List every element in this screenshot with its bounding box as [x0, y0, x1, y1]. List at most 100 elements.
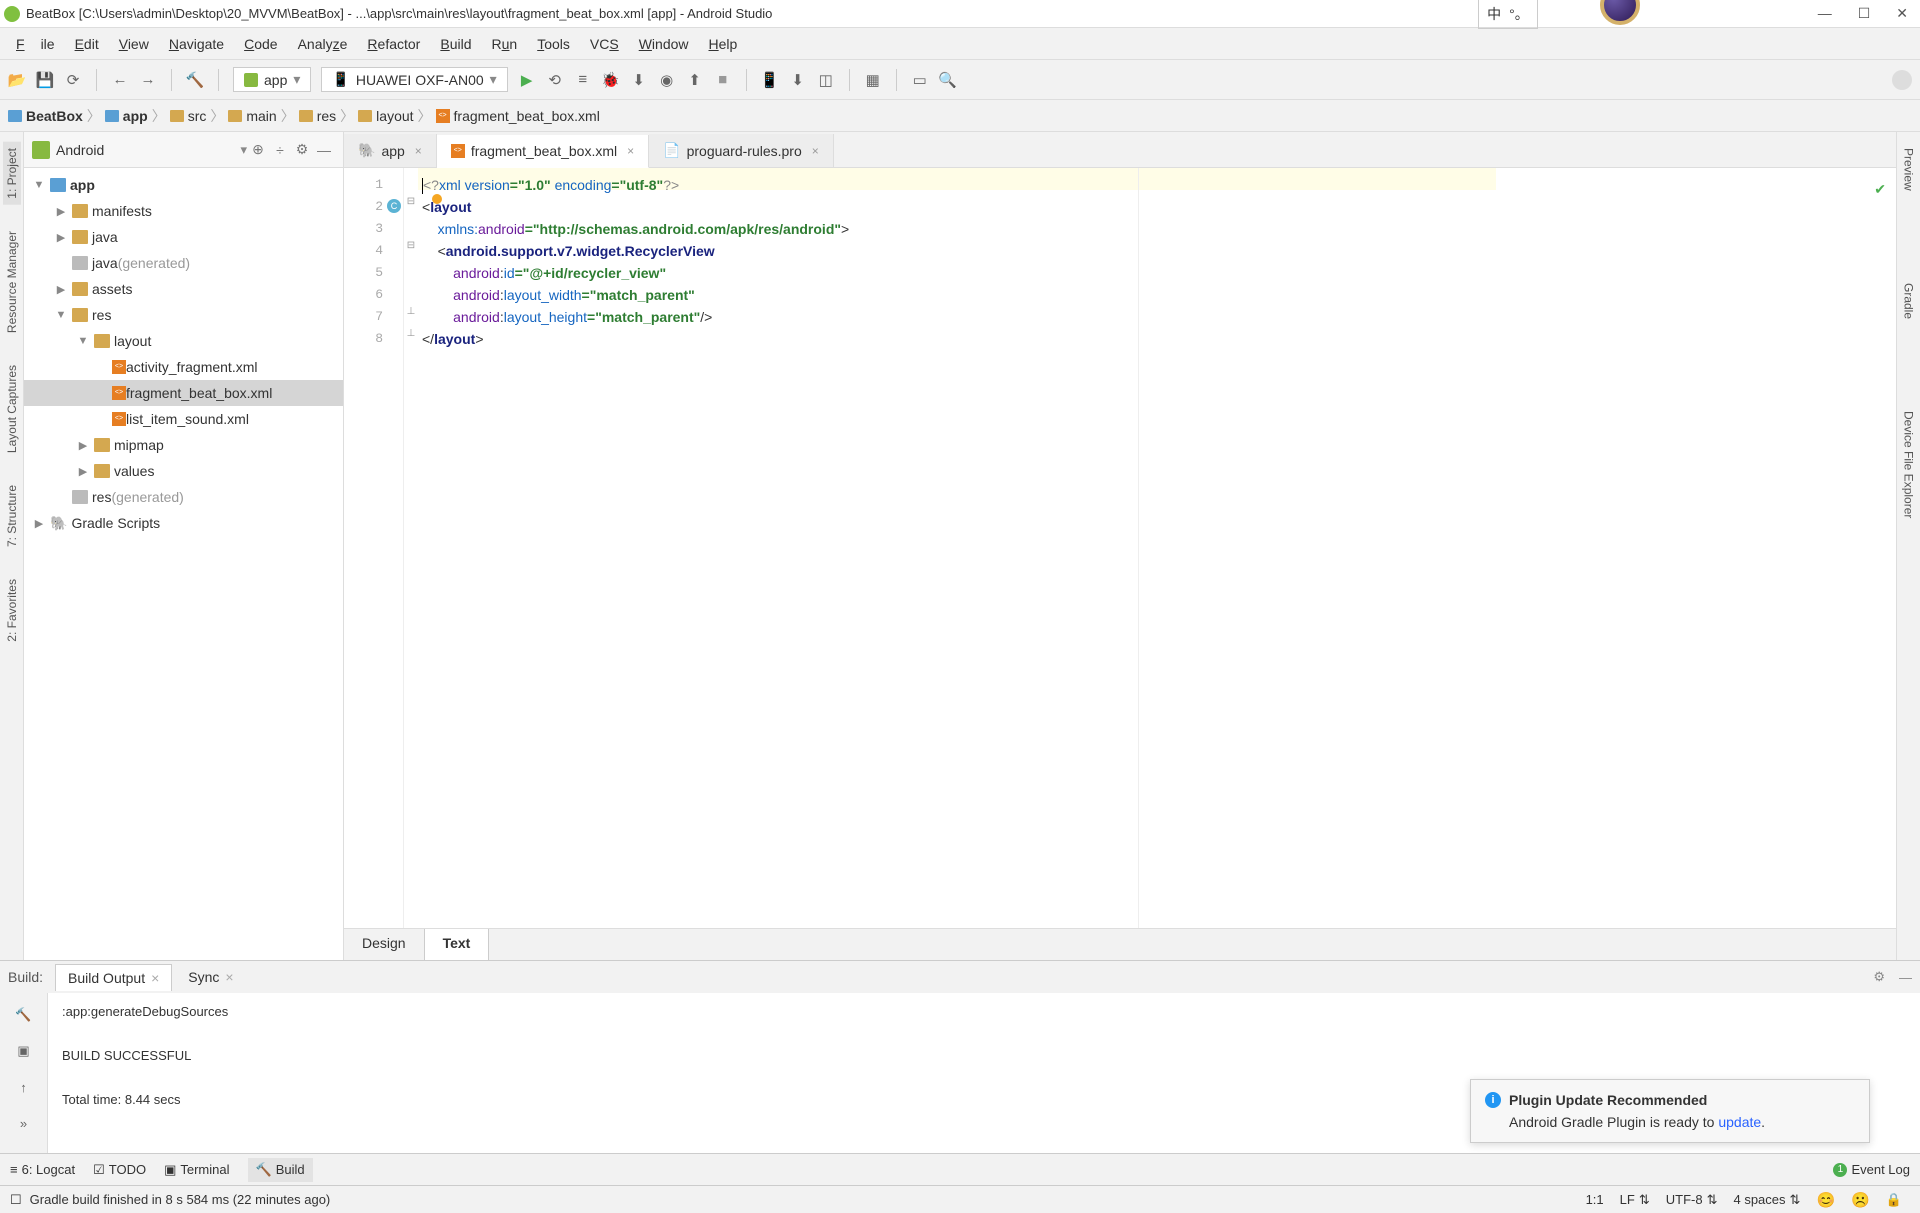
- tree-fragment-beat-box[interactable]: <>fragment_beat_box.xml: [24, 380, 343, 406]
- code-editor[interactable]: ✔ <?xml version="1.0" encoding="utf-8"?>…: [418, 168, 1896, 928]
- structure-icon[interactable]: ▦: [864, 71, 882, 89]
- crumb-res[interactable]: res: [299, 108, 336, 124]
- tool-favorites[interactable]: 2: Favorites: [3, 573, 21, 648]
- device-combo[interactable]: 📱 HUAWEI OXF-AN00 ▾: [321, 67, 507, 92]
- close-button[interactable]: ✕: [1896, 5, 1908, 22]
- tool-device-explorer[interactable]: Device File Explorer: [1900, 405, 1918, 524]
- ime-indicator[interactable]: 中 °。: [1478, 0, 1538, 29]
- status-icon[interactable]: ☐: [10, 1192, 22, 1208]
- crumb-src[interactable]: src: [170, 108, 207, 124]
- tool-resource-manager[interactable]: Resource Manager: [3, 225, 21, 339]
- tree-app[interactable]: ▼app: [24, 172, 343, 198]
- line-ending[interactable]: LF ⇅: [1612, 1192, 1658, 1208]
- crumb-main[interactable]: main: [228, 108, 276, 124]
- stop-icon[interactable]: ■: [714, 71, 732, 89]
- menu-file[interactable]: File: [8, 32, 63, 56]
- tree-assets[interactable]: ▶assets: [24, 276, 343, 302]
- tree-layout[interactable]: ▼layout: [24, 328, 343, 354]
- lock-icon[interactable]: 🔒: [1878, 1192, 1910, 1208]
- tool-structure[interactable]: 7: Structure: [3, 479, 21, 553]
- search-icon[interactable]: 🔍: [939, 71, 957, 89]
- run-icon[interactable]: ▶: [518, 71, 536, 89]
- tab-proguard[interactable]: 📄proguard-rules.pro×: [649, 134, 834, 167]
- forward-icon[interactable]: →: [139, 71, 157, 89]
- sync-icon[interactable]: ⟳: [64, 71, 82, 89]
- tool-event-log[interactable]: 1 Event Log: [1833, 1162, 1910, 1177]
- menu-help[interactable]: Help: [701, 32, 746, 56]
- maximize-button[interactable]: ☐: [1858, 5, 1871, 22]
- menu-edit[interactable]: Edit: [67, 32, 107, 56]
- hammer-icon[interactable]: 🔨: [10, 1001, 38, 1029]
- sdk-icon[interactable]: ⬇: [789, 71, 807, 89]
- menu-run[interactable]: Run: [484, 32, 526, 56]
- plugin-update-notification[interactable]: iPlugin Update Recommended Android Gradl…: [1470, 1079, 1870, 1143]
- tree-mipmap[interactable]: ▶mipmap: [24, 432, 343, 458]
- build-output[interactable]: :app:generateDebugSources BUILD SUCCESSF…: [48, 993, 1920, 1153]
- tab-fragment[interactable]: <>fragment_beat_box.xml×: [437, 135, 649, 168]
- profile-icon[interactable]: ⬇: [630, 71, 648, 89]
- menu-vcs[interactable]: VCS: [582, 32, 627, 56]
- tool-logcat[interactable]: ≡ 6: Logcat: [10, 1162, 75, 1177]
- menu-tools[interactable]: Tools: [529, 32, 578, 56]
- update-link[interactable]: update: [1718, 1114, 1761, 1130]
- class-marker-icon[interactable]: C: [387, 199, 401, 213]
- tool-todo[interactable]: ☑ TODO: [93, 1162, 146, 1178]
- tab-text[interactable]: Text: [425, 929, 490, 960]
- tab-design[interactable]: Design: [344, 929, 425, 960]
- expand-icon[interactable]: ▣: [10, 1037, 38, 1065]
- warning-dot-icon[interactable]: [432, 194, 442, 204]
- sad-icon[interactable]: ☹️: [1843, 1191, 1878, 1209]
- cube-icon[interactable]: ◫: [817, 71, 835, 89]
- menu-window[interactable]: Window: [631, 32, 697, 56]
- tree-list-item-sound[interactable]: <>list_item_sound.xml: [24, 406, 343, 432]
- tool-build[interactable]: 🔨 Build: [248, 1158, 313, 1182]
- tree-gradle-scripts[interactable]: ▶🐘Gradle Scripts: [24, 510, 343, 536]
- minimize-button[interactable]: —: [1818, 5, 1832, 22]
- run-config-combo[interactable]: app ▾: [233, 67, 311, 92]
- close-icon[interactable]: ×: [415, 144, 422, 158]
- bug-icon[interactable]: 🐞: [602, 71, 620, 89]
- menu-view[interactable]: View: [111, 32, 157, 56]
- tree-java-gen[interactable]: java (generated): [24, 250, 343, 276]
- collapse-icon[interactable]: ÷: [269, 142, 291, 158]
- debug-icon[interactable]: ≡: [574, 71, 592, 89]
- crumb-layout[interactable]: layout: [358, 108, 413, 124]
- tree-res-gen[interactable]: res (generated): [24, 484, 343, 510]
- menu-navigate[interactable]: Navigate: [161, 32, 232, 56]
- more-icon[interactable]: »: [10, 1109, 38, 1137]
- menu-refactor[interactable]: Refactor: [359, 32, 428, 56]
- target-icon[interactable]: ⊕: [247, 141, 269, 158]
- menu-code[interactable]: Code: [236, 32, 285, 56]
- tool-terminal[interactable]: ▣ Terminal: [164, 1162, 229, 1178]
- hide-icon[interactable]: —: [1899, 970, 1912, 985]
- tab-build-output[interactable]: Build Output×: [55, 964, 172, 991]
- hide-icon[interactable]: —: [313, 142, 335, 158]
- caret-position[interactable]: 1:1: [1578, 1192, 1612, 1207]
- gear-icon[interactable]: ⚙: [291, 141, 313, 158]
- build-icon[interactable]: 🔨: [186, 71, 204, 89]
- attach-icon[interactable]: ⬆: [686, 71, 704, 89]
- fold-gutter[interactable]: ⊟⊟ ⊥⊥: [404, 168, 418, 928]
- tree-manifests[interactable]: ▶manifests: [24, 198, 343, 224]
- close-icon[interactable]: ×: [812, 144, 819, 158]
- save-icon[interactable]: 💾: [36, 71, 54, 89]
- apply-changes-icon[interactable]: ⟲: [546, 71, 564, 89]
- project-tree[interactable]: ▼app ▶manifests ▶java java (generated) ▶…: [24, 168, 343, 960]
- tool-preview[interactable]: Preview: [1900, 142, 1918, 197]
- open-icon[interactable]: 📂: [8, 71, 26, 89]
- gear-icon[interactable]: ⚙: [1873, 969, 1885, 985]
- back-icon[interactable]: ←: [111, 71, 129, 89]
- avd-icon[interactable]: 📱: [761, 71, 779, 89]
- menu-analyze[interactable]: Analyze: [290, 32, 356, 56]
- smile-icon[interactable]: 😊: [1808, 1191, 1843, 1209]
- encoding[interactable]: UTF-8 ⇅: [1658, 1192, 1726, 1208]
- layout-icon[interactable]: ▭: [911, 71, 929, 89]
- menu-build[interactable]: Build: [432, 32, 479, 56]
- tool-project[interactable]: 1: Project: [3, 142, 21, 205]
- line-gutter[interactable]: 1 2C 345 678: [344, 168, 404, 928]
- tool-gradle[interactable]: Gradle: [1900, 277, 1918, 325]
- crumb-app[interactable]: app: [105, 108, 148, 124]
- user-avatar[interactable]: [1892, 70, 1912, 90]
- crumb-file[interactable]: <>fragment_beat_box.xml: [436, 108, 600, 124]
- tree-values[interactable]: ▶values: [24, 458, 343, 484]
